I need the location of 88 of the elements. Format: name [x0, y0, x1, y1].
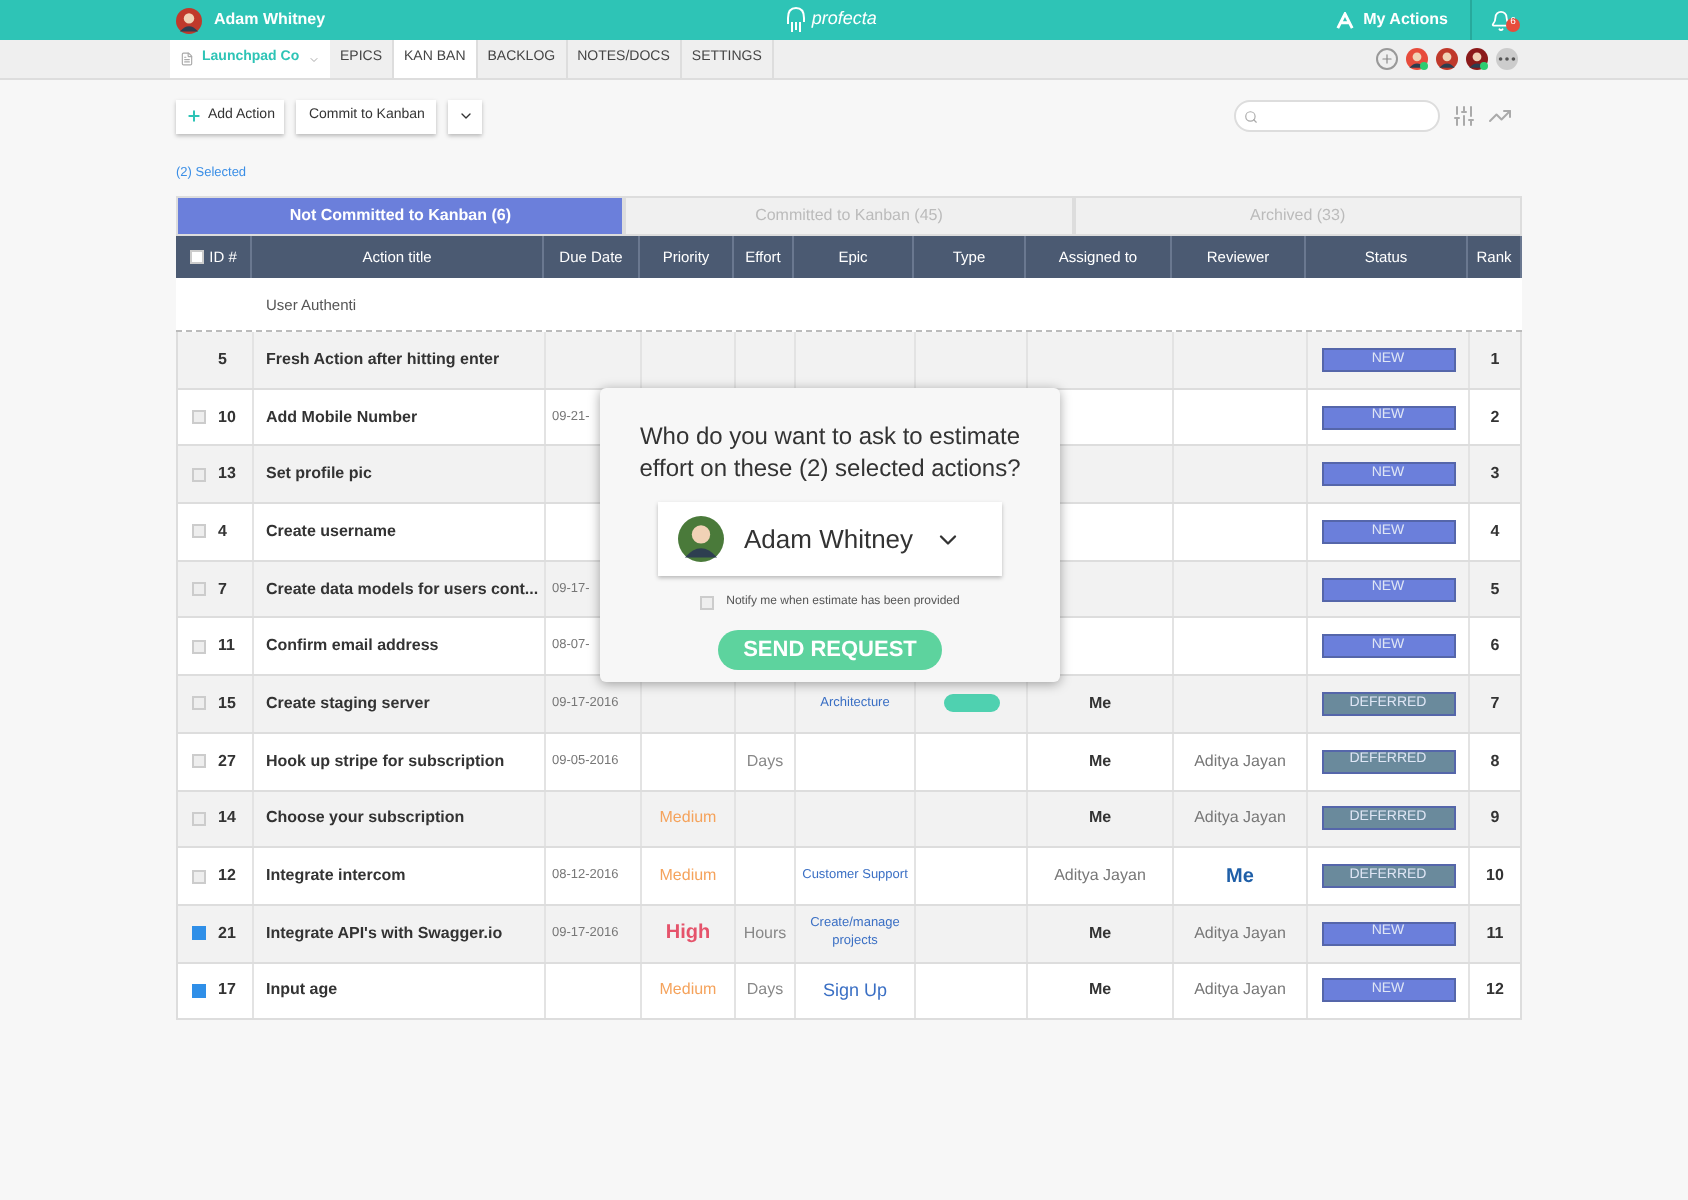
id-text: 10: [218, 405, 236, 430]
rank-text: 5: [1490, 577, 1500, 602]
action-title[interactable]: Set profile pic: [266, 462, 372, 487]
row-checkbox[interactable]: [192, 696, 206, 711]
rank-text: 2: [1490, 405, 1500, 430]
rank-text: 8: [1490, 749, 1500, 774]
effort-text: Hours: [743, 921, 787, 946]
action-title[interactable]: Create username: [266, 519, 396, 544]
priority-text: High: [665, 920, 711, 949]
id-text: 17: [218, 978, 236, 1003]
kanban-tab[interactable]: Not Committed to Kanban (6): [176, 196, 625, 236]
rank-text: 7: [1490, 691, 1500, 716]
rank-text: 3: [1490, 462, 1500, 487]
priority-text: Medium: [659, 806, 717, 831]
document-icon: [180, 52, 194, 66]
person-avatar: [678, 516, 724, 563]
row-checkbox[interactable]: [192, 926, 206, 941]
bell-icon[interactable]: [1490, 9, 1512, 31]
letter-a-icon: [1335, 11, 1354, 29]
search-field[interactable]: [1234, 100, 1440, 132]
reviewer-text: Aditya Jayan: [1194, 978, 1286, 1003]
effort-text: Days: [746, 978, 784, 1003]
reviewer-text: Aditya Jayan: [1194, 806, 1286, 831]
id-text: 27: [218, 749, 236, 774]
caret-icon: [307, 53, 320, 65]
row-checkbox[interactable]: [192, 582, 206, 597]
row-checkbox[interactable]: [192, 811, 206, 826]
action-title[interactable]: Confirm email address: [266, 634, 439, 659]
logo-text: profecta: [811, 6, 877, 33]
rank-text: 10: [1486, 864, 1504, 889]
rank-text: 6: [1490, 634, 1500, 659]
assignee-text: Me: [1088, 691, 1112, 716]
action-title[interactable]: Integrate API's with Swagger.io: [266, 921, 503, 946]
row-checkbox[interactable]: [192, 639, 206, 654]
more-icon[interactable]: [1496, 48, 1518, 70]
id-text: 5: [218, 347, 227, 372]
assignee-text: Me: [1088, 749, 1112, 774]
row-checkbox[interactable]: [192, 524, 206, 539]
action-title[interactable]: Create staging server: [266, 691, 430, 716]
rank-text: 9: [1490, 806, 1500, 831]
more-options-button[interactable]: [448, 99, 483, 133]
priority-text: Medium: [659, 978, 717, 1003]
assignee-text: Aditya Jayan: [1054, 864, 1146, 889]
action-title[interactable]: Fresh Action after hitting enter: [266, 347, 500, 372]
plus-icon: [186, 108, 202, 124]
rank-text: 12: [1486, 978, 1504, 1003]
add-member-icon[interactable]: [1376, 48, 1398, 70]
id-text: 11: [218, 634, 235, 659]
notify-checkbox[interactable]: [700, 596, 715, 611]
row-checkbox[interactable]: [192, 869, 206, 884]
id-text: 21: [218, 921, 236, 946]
filter-icon[interactable]: [1452, 104, 1476, 128]
action-title[interactable]: Choose your subscription: [266, 806, 465, 831]
id-text: 15: [218, 691, 236, 716]
action-title[interactable]: Hook up stripe for subscription: [266, 749, 505, 774]
user-avatar: [176, 7, 202, 33]
popup-question: Who do you want to ask to estimate effort on these (2) selected actions?: [637, 422, 1023, 485]
rank-text: 11: [1486, 921, 1504, 946]
reviewer-text: Aditya Jayan: [1194, 749, 1286, 774]
select-all-checkbox[interactable]: [189, 250, 204, 264]
logo-icon: [783, 6, 808, 34]
search-icon: [1244, 109, 1258, 123]
row-checkbox[interactable]: [192, 467, 206, 482]
action-title[interactable]: Integrate intercom: [266, 864, 406, 889]
caret-icon: [457, 108, 474, 124]
id-text: 4: [218, 519, 227, 544]
assignee-text: Me: [1088, 921, 1112, 946]
id-text: 14: [218, 806, 236, 831]
id-text: 7: [218, 577, 227, 602]
id-text: 12: [218, 864, 236, 889]
effort-text: Days: [746, 749, 784, 774]
id-text: 13: [218, 462, 236, 487]
assignee-text: Me: [1088, 978, 1112, 1003]
row-checkbox[interactable]: [192, 983, 206, 998]
rank-text: 4: [1490, 519, 1500, 544]
assignee-text: Me: [1088, 806, 1112, 831]
rank-text: 1: [1490, 347, 1500, 372]
action-title[interactable]: Input age: [266, 978, 338, 1003]
action-title[interactable]: Create data models for users cont...: [266, 577, 539, 602]
action-title[interactable]: Add Mobile Number: [266, 405, 418, 430]
row-checkbox[interactable]: [192, 410, 206, 425]
reviewer-text: Aditya Jayan: [1194, 921, 1286, 946]
reviewer-text: Me: [1226, 863, 1254, 892]
person-dropdown[interactable]: Adam Whitney: [658, 502, 1002, 577]
row-checkbox[interactable]: [192, 754, 206, 769]
chart-icon[interactable]: [1488, 104, 1512, 128]
priority-text: Medium: [659, 864, 717, 889]
epic-link[interactable]: Sign Up: [822, 979, 888, 1003]
